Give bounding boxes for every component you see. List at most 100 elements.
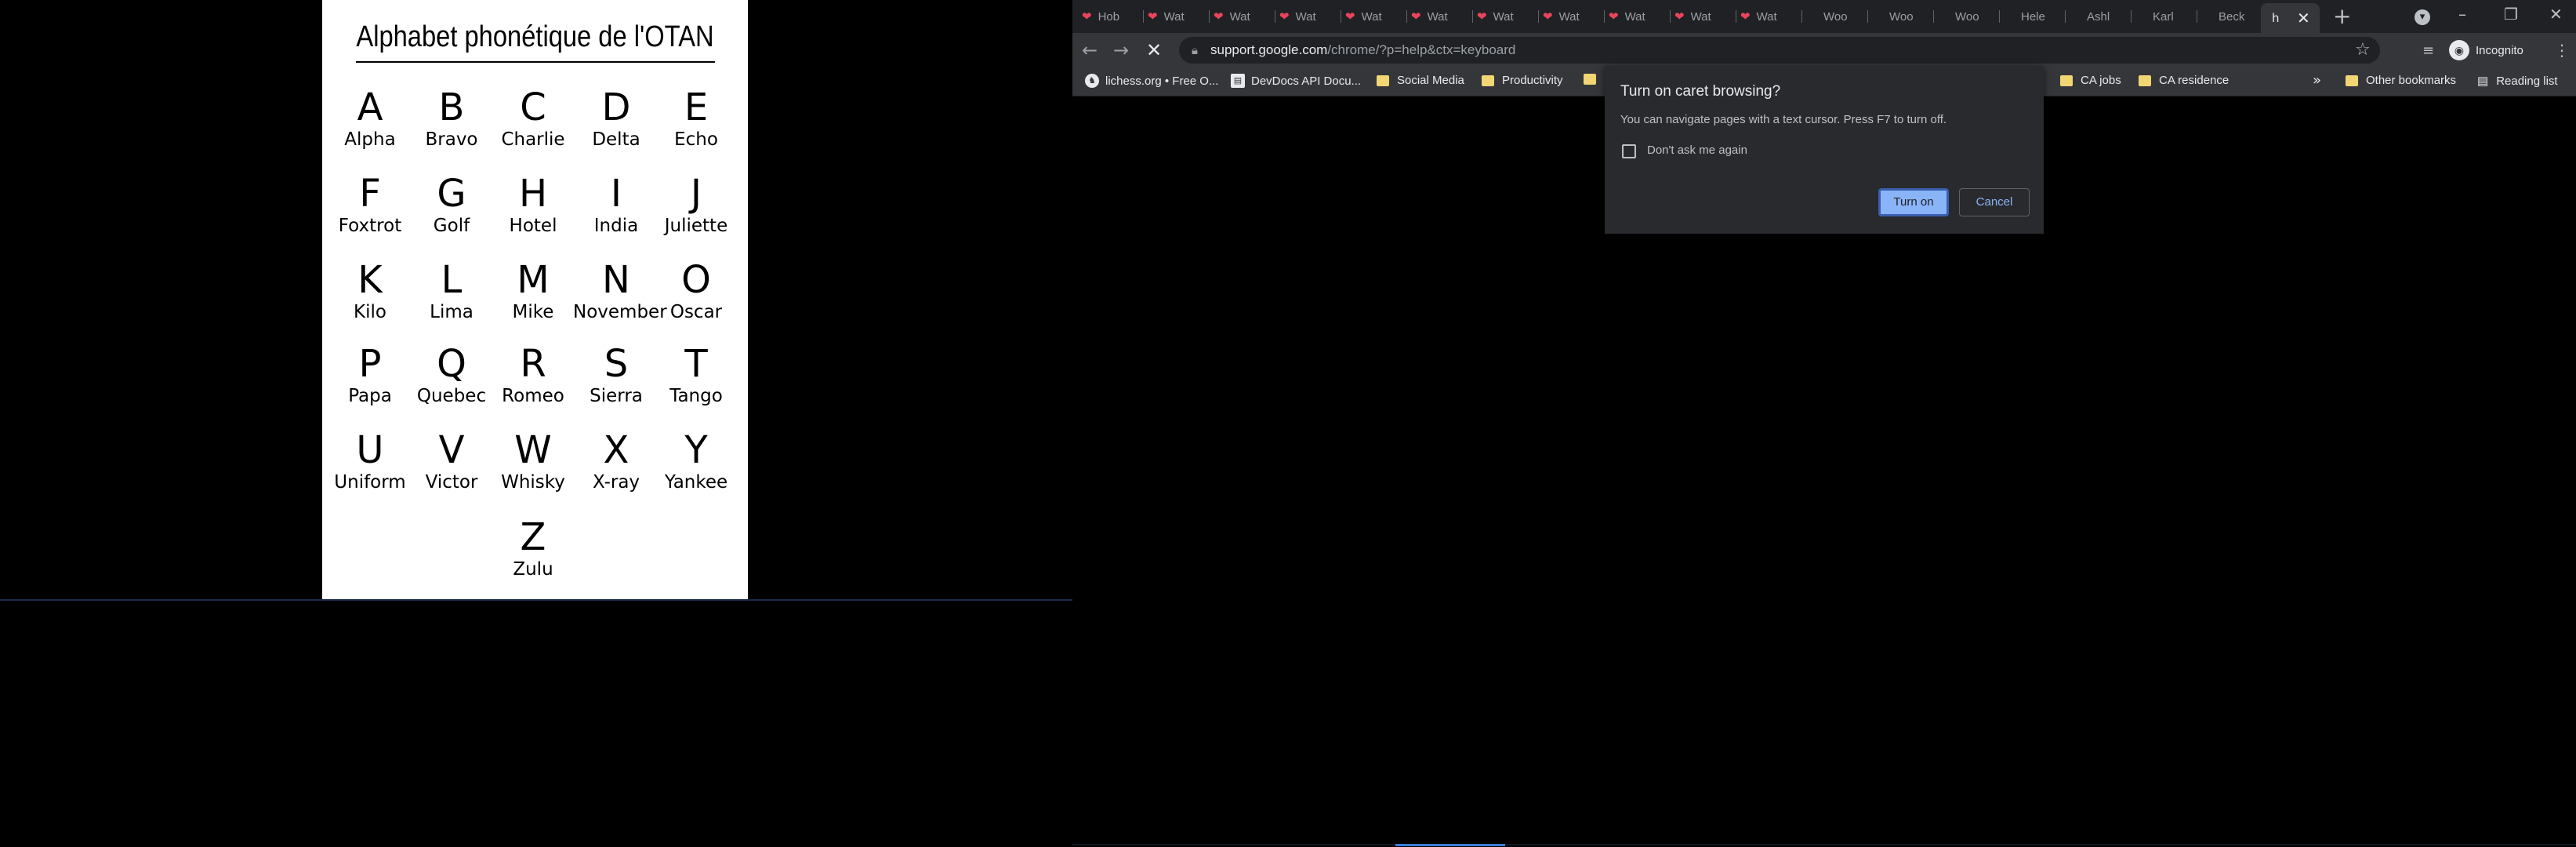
bookmarks-overflow-chevron-icon[interactable]: »	[2313, 72, 2321, 89]
nato-word: Golf	[433, 216, 470, 236]
bookmark-label: DevDocs API Docu...	[1251, 74, 1362, 88]
nato-letter: E	[684, 85, 709, 129]
heart-icon: ❤	[1609, 10, 1619, 24]
address-bar[interactable]: 🔒︎ support.google.com/chrome/?p=help&ctx…	[1179, 37, 2380, 64]
tab-active-label: h	[2272, 11, 2280, 25]
tab-search-icon[interactable]: ▾	[2415, 9, 2430, 25]
bookmark-lichess[interactable]: ♞ lichess.org • Free O...	[1085, 74, 1218, 88]
nato-word: Tango	[669, 386, 723, 406]
nato-letter: Z	[520, 515, 546, 559]
tab-label: Karl	[2153, 9, 2174, 24]
nato-entry-xray: X X-ray	[573, 429, 659, 493]
bookmark-folder-social-media[interactable]: Social Media	[1377, 74, 1464, 87]
heart-icon: ❤	[1543, 10, 1553, 24]
profile-button[interactable]: ◉ Incognito	[2449, 40, 2523, 60]
tab-item[interactable]: Karl	[2135, 5, 2174, 28]
tab-item[interactable]: ❤ Wat	[1148, 5, 1185, 28]
nato-letter: G	[437, 172, 466, 216]
tab-item[interactable]: ❤ Wat	[1411, 5, 1448, 28]
nato-letter: F	[359, 172, 381, 216]
nato-letter: U	[356, 428, 384, 472]
bookmark-folder-ca-residence[interactable]: CA residence	[2139, 74, 2229, 87]
dont-ask-label[interactable]: Don't ask me again	[1647, 144, 1747, 157]
tab-separator	[1801, 10, 1802, 23]
nato-word: Sierra	[590, 386, 643, 406]
tab-item[interactable]: Woo	[1938, 5, 1979, 28]
folder-icon	[2346, 75, 2358, 86]
new-tab-button[interactable]: +	[2333, 3, 2351, 29]
nato-letter: R	[520, 342, 546, 386]
reading-list[interactable]: ▤ Reading list	[2477, 74, 2558, 89]
tab-active[interactable]: h ✕	[2261, 3, 2320, 33]
tab-item[interactable]: ❤ Wat	[1477, 5, 1514, 28]
nato-entry-whisky: W Whisky	[490, 429, 576, 493]
heart-icon: ❤	[1214, 10, 1224, 24]
reading-list-label: Reading list	[2496, 74, 2558, 88]
tab-item[interactable]: Ashl	[2070, 5, 2110, 28]
tab-label: Wat	[1427, 9, 1448, 24]
bookmark-folder-hidden[interactable]	[1584, 74, 1604, 85]
lichess-icon: ♞	[1085, 74, 1099, 88]
tab-item[interactable]: Beck	[2201, 5, 2244, 28]
tab-item[interactable]: ❤ Wat	[1609, 5, 1645, 28]
close-icon[interactable]: ✕	[2297, 9, 2310, 27]
bookmark-devdocs[interactable]: ▤ DevDocs API Docu...	[1231, 74, 1361, 88]
tab-item[interactable]: ❤ Wat	[1543, 5, 1580, 28]
heart-icon: ❤	[1411, 10, 1421, 24]
minimize-button[interactable]: –	[2458, 5, 2466, 24]
nato-letter: V	[438, 428, 465, 472]
tab-label: Woo	[1955, 9, 1979, 24]
tab-item[interactable]: ❤ Wat	[1214, 5, 1250, 28]
tab-label: Wat	[1690, 9, 1711, 24]
restore-button[interactable]: ❐	[2504, 5, 2518, 24]
turn-on-button[interactable]: Turn on	[1878, 188, 1949, 216]
nato-entry-zulu: Z Zulu	[490, 516, 576, 580]
nato-word: Delta	[592, 129, 640, 150]
tab-item[interactable]: ❤ Wat	[1674, 5, 1711, 28]
bookmark-label: Social Media	[1397, 74, 1464, 87]
stop-loading-icon[interactable]: ✕	[1146, 39, 1162, 61]
other-bookmarks[interactable]: Other bookmarks	[2346, 74, 2456, 87]
nato-entry-sierra: S Sierra	[573, 343, 659, 407]
nato-word: X-ray	[592, 472, 640, 493]
bookmark-folder-ca-jobs[interactable]: CA jobs	[2060, 74, 2121, 87]
nato-entry-victor: V Victor	[408, 429, 495, 493]
nato-entry-echo: E Echo	[653, 86, 739, 151]
tab-label: Wat	[1295, 9, 1316, 24]
tab-separator	[1670, 10, 1671, 23]
url-text[interactable]: support.google.com/chrome/?p=help&ctx=ke…	[1210, 42, 1515, 58]
tab-label: Wat	[1558, 9, 1580, 24]
folder-icon	[1377, 75, 1389, 86]
nato-entry-hotel: H Hotel	[490, 173, 576, 237]
media-controls-icon[interactable]: ≡	[2422, 42, 2434, 59]
tab-label: Wat	[1163, 9, 1185, 24]
reading-list-icon: ▤	[2477, 75, 2489, 88]
folder-icon	[2060, 75, 2073, 86]
tab-item[interactable]: ❤ Hob	[1082, 5, 1119, 28]
tab-item[interactable]: ❤ Wat	[1740, 5, 1777, 28]
tab-item[interactable]: Woo	[1872, 5, 1914, 28]
tab-item[interactable]: ❤ Wat	[1345, 5, 1382, 28]
nato-word: Lima	[430, 302, 473, 322]
bookmark-star-icon[interactable]: ☆	[2355, 40, 2371, 60]
forward-arrow-icon[interactable]: →	[1113, 39, 1129, 61]
lock-icon[interactable]: 🔒︎	[1192, 43, 1198, 57]
back-arrow-icon[interactable]: ←	[1082, 39, 1098, 61]
heart-icon: ❤	[1674, 10, 1685, 24]
toolbar: ← → ✕ 🔒︎ support.google.com/chrome/?p=he…	[1072, 33, 2576, 69]
tab-item[interactable]: Woo	[1806, 5, 1848, 28]
tab-item[interactable]: ❤ Wat	[1279, 5, 1316, 28]
tab-separator	[1406, 10, 1407, 23]
nato-word: Quebec	[416, 386, 487, 406]
bookmark-folder-productivity[interactable]: Productivity	[1482, 74, 1563, 87]
bookmark-label: CA jobs	[2081, 74, 2121, 87]
window-close-button[interactable]: ✕	[2549, 5, 2563, 24]
dialog-body: You can navigate pages with a text curso…	[1620, 113, 1947, 126]
tab-item[interactable]: Hele	[2004, 5, 2045, 28]
dont-ask-checkbox[interactable]	[1622, 144, 1636, 158]
kebab-menu-icon[interactable]: ⋮	[2554, 41, 2570, 60]
cancel-button[interactable]: Cancel	[1959, 188, 2030, 216]
nato-letter: W	[514, 428, 552, 472]
profile-label: Incognito	[2476, 43, 2523, 57]
tab-label: Woo	[1823, 9, 1848, 24]
